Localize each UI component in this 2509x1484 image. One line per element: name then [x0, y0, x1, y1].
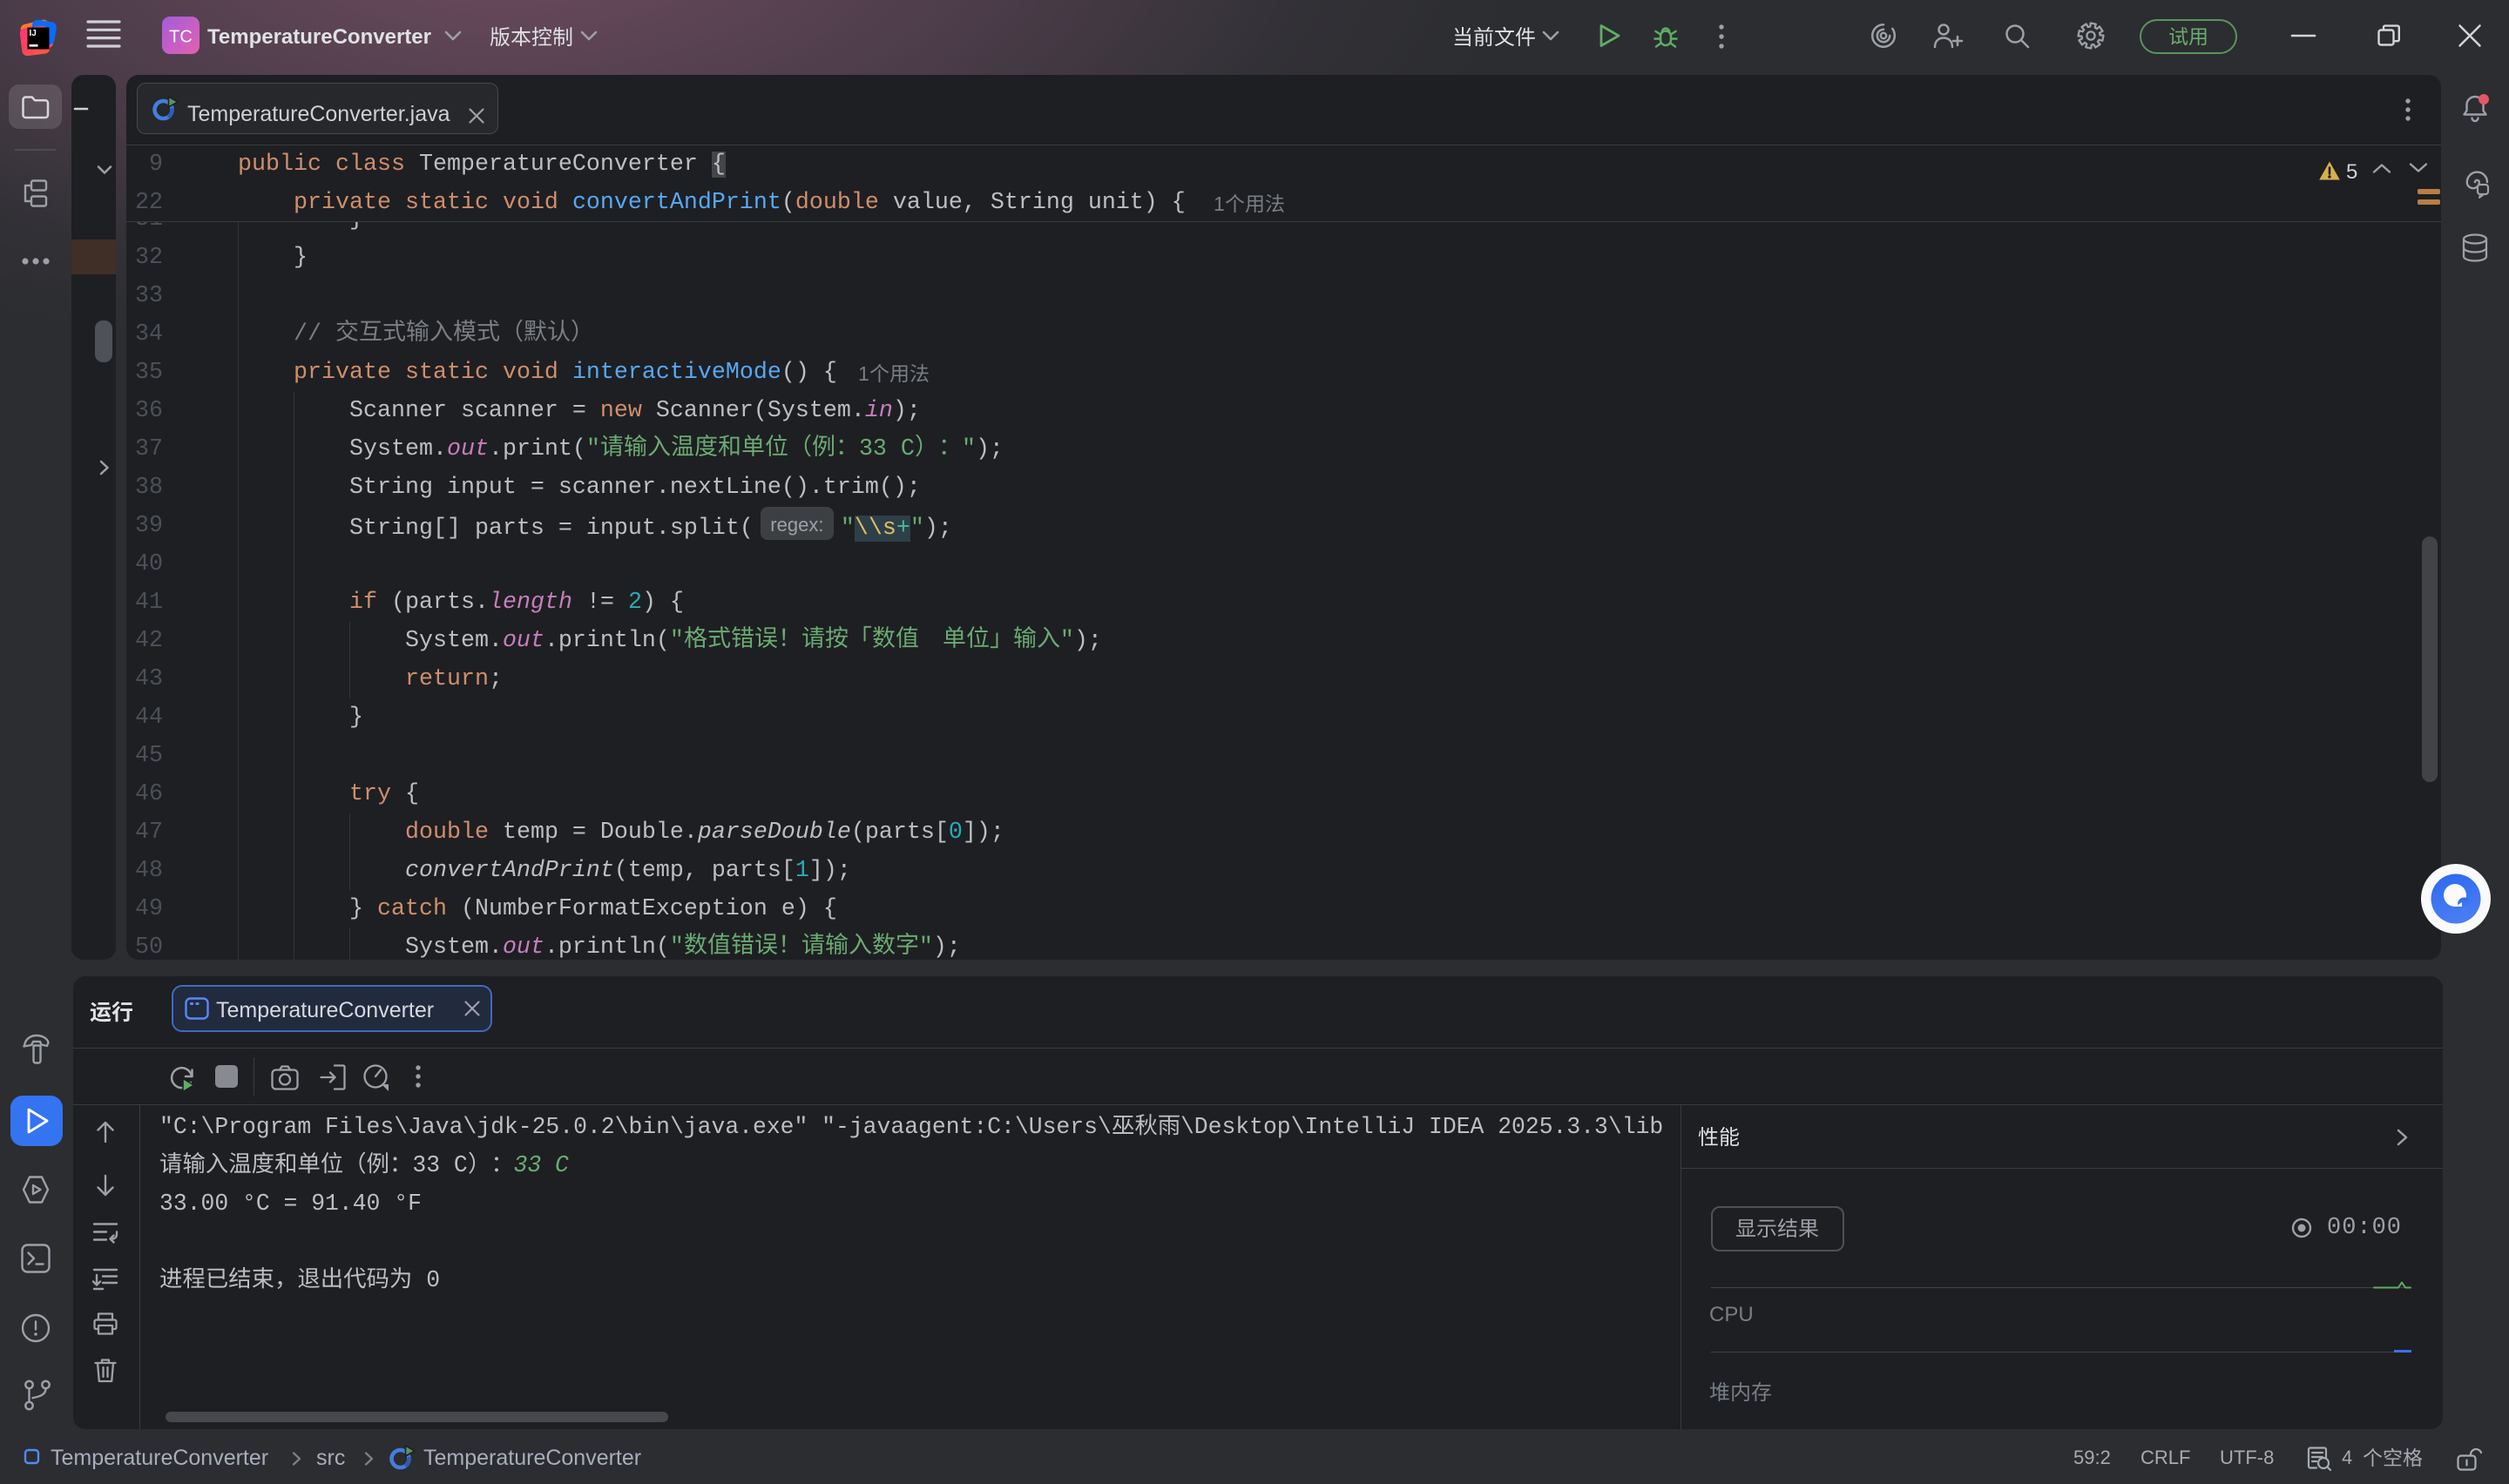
svg-text:IJ: IJ [30, 29, 37, 38]
svg-text:TC: TC [169, 28, 193, 47]
